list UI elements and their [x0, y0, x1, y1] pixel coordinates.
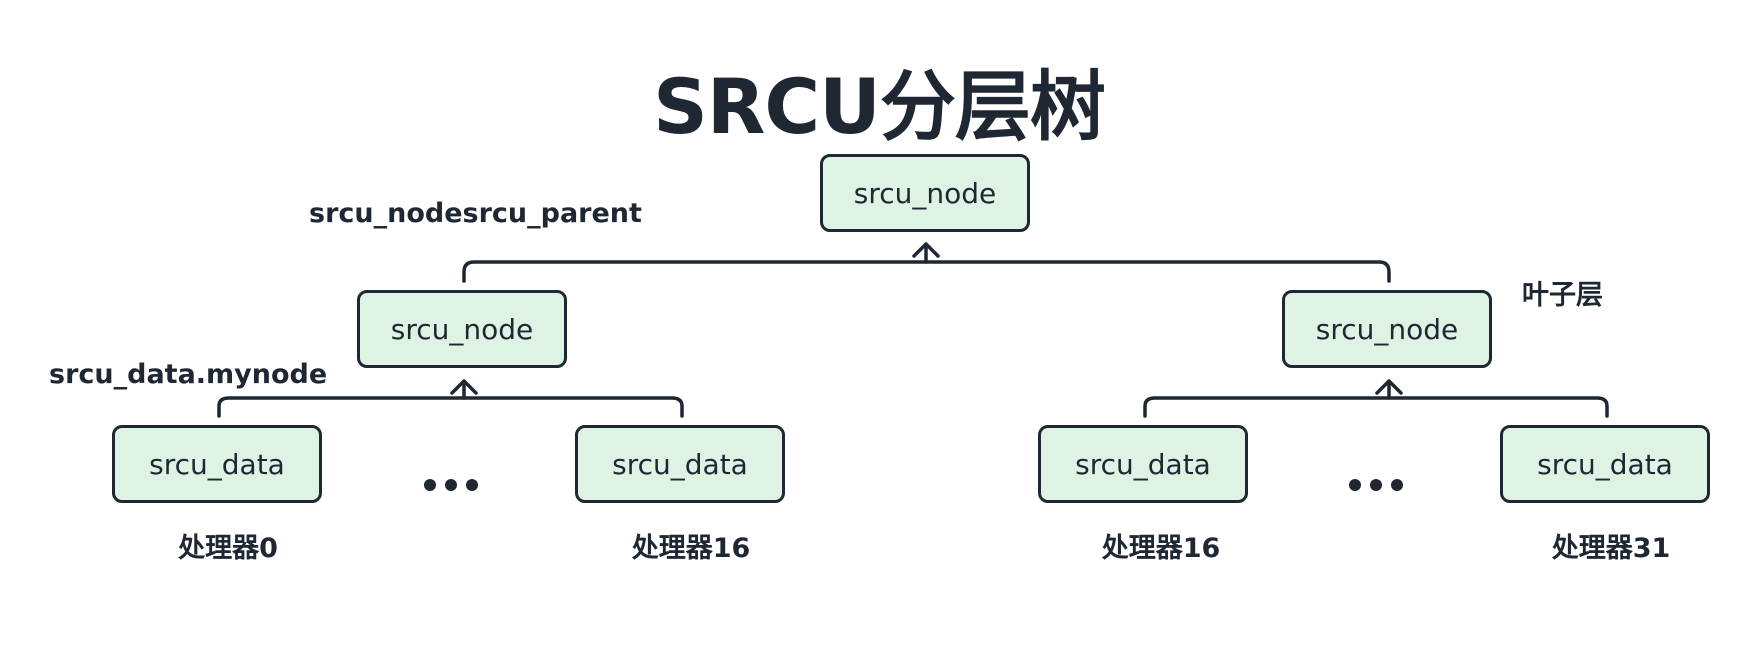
right-ellipsis — [1349, 479, 1403, 491]
parent-pointer-label: srcu_nodesrcu_parent — [309, 198, 642, 229]
leaf-node-cpu31: srcu_data — [1500, 425, 1710, 503]
cpu-label-16-right: 处理器16 — [1101, 533, 1221, 564]
left-bracket — [217, 396, 684, 418]
left-node: srcu_node — [357, 290, 567, 368]
root-bracket — [462, 260, 1391, 283]
cpu-label-0: 处理器0 — [178, 533, 278, 564]
right-arrow — [1375, 379, 1403, 400]
right-bracket — [1143, 396, 1609, 418]
leaf-layer-label: 叶子层 — [1522, 280, 1603, 311]
leaf-node-cpu16-right: srcu_data — [1038, 425, 1248, 503]
mynode-pointer-label: srcu_data.mynode — [49, 359, 328, 390]
cpu-label-31: 处理器31 — [1551, 533, 1671, 564]
left-ellipsis — [424, 479, 478, 491]
cpu-label-16-left: 处理器16 — [631, 533, 751, 564]
right-node: srcu_node — [1282, 290, 1492, 368]
leaf-node-cpu16-left: srcu_data — [575, 425, 785, 503]
left-arrow — [450, 379, 478, 400]
root-node: srcu_node — [820, 154, 1030, 232]
root-arrow — [912, 242, 940, 264]
leaf-node-cpu0: srcu_data — [112, 425, 322, 503]
